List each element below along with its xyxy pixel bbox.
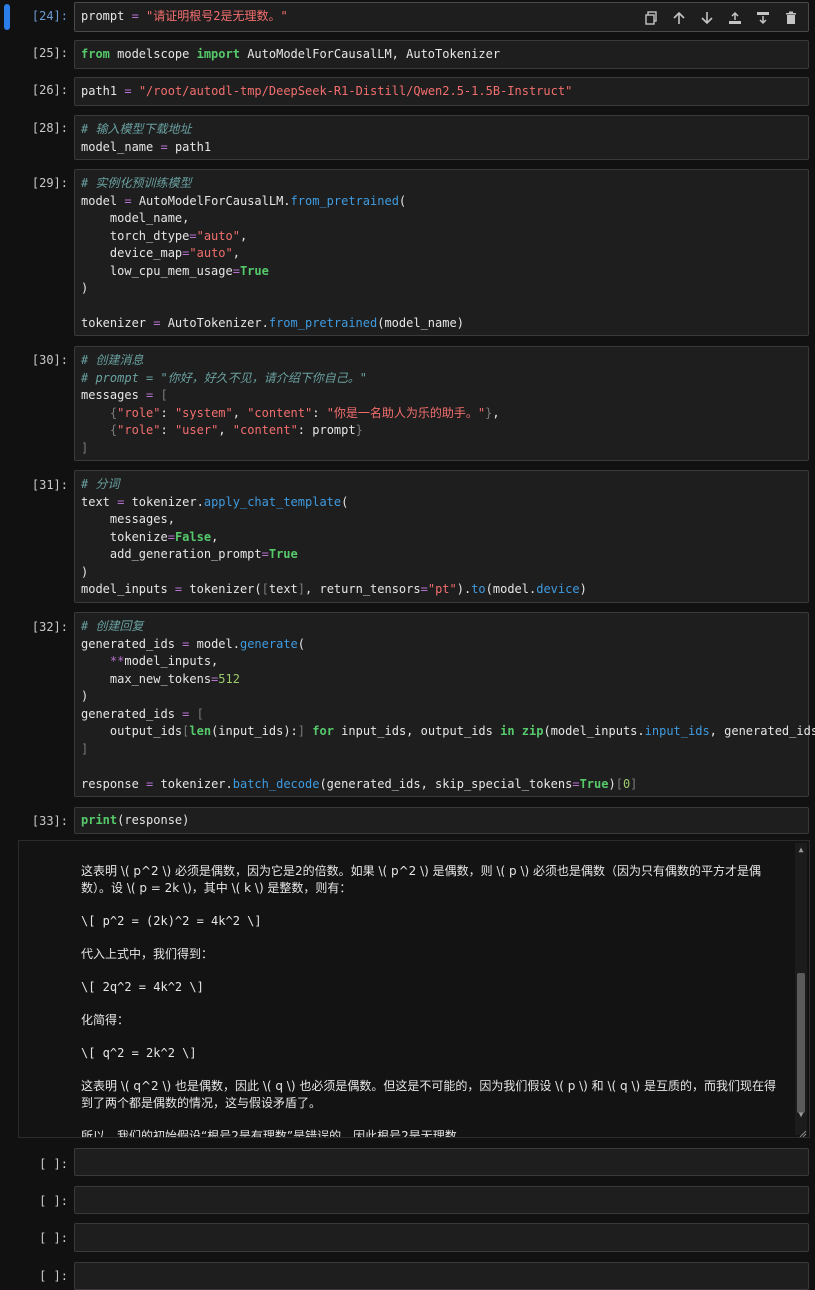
cell-prompt: [ ]: (39, 1157, 68, 1171)
code-editor[interactable] (74, 1262, 809, 1290)
arrow-down-icon[interactable] (696, 7, 718, 29)
resize-handle-icon[interactable] (799, 1127, 807, 1137)
code-editor[interactable]: print(response) (74, 807, 809, 834)
code-block: # 创建消息 # prompt = "你好，好久不见，请介绍下你自己。" mes… (81, 353, 500, 455)
scroll-up-arrow-icon[interactable]: ▲ (795, 845, 807, 854)
insert-below-icon[interactable] (752, 7, 774, 29)
code-editor[interactable] (74, 1186, 809, 1214)
code-editor[interactable] (74, 1223, 809, 1252)
output-paragraph: 这表明 \( q^2 \) 也是偶数，因此 \( q \) 也必须是偶数。但这是… (81, 1079, 776, 1110)
output-paragraph: \[ 2q^2 = 4k^2 \] (81, 980, 204, 994)
output-paragraph: \[ p^2 = (2k)^2 = 4k^2 \] (81, 914, 262, 928)
output-paragraph: 这表明 \( p^2 \) 必须是偶数，因为它是2的倍数。如果 \( p^2 \… (81, 864, 761, 895)
code-block: # 创建回复 generated_ids = model.generate( *… (81, 619, 815, 791)
code-editor[interactable]: # 创建回复 generated_ids = model.generate( *… (74, 612, 815, 797)
code-cell-29[interactable]: [29]: # 实例化预训练模型 model = AutoModelForCau… (0, 168, 815, 338)
cell-output[interactable]: 这表明 \( p^2 \) 必须是偶数，因为它是2的倍数。如果 \( p^2 \… (18, 840, 810, 1138)
cell-prompt: [24]: (31, 9, 68, 23)
code-editor[interactable]: from modelscope import AutoModelForCausa… (74, 40, 809, 69)
empty-code-cell[interactable]: [ ]: (0, 1184, 815, 1216)
output-scrollbar[interactable]: ▲ ▼ (795, 843, 807, 1135)
code-block: # 输入模型下载地址 model_name = path1 (81, 122, 212, 154)
code-editor[interactable]: # 输入模型下载地址 model_name = path1 (74, 115, 809, 160)
code-editor[interactable]: # 创建消息 # prompt = "你好，好久不见，请介绍下你自己。" mes… (74, 346, 809, 461)
scrollbar-thumb[interactable] (797, 973, 805, 1113)
cell-prompt: [25]: (31, 46, 68, 60)
code-cell-32[interactable]: [32]: # 创建回复 generated_ids = model.gener… (0, 611, 815, 799)
code-cell-25[interactable]: [25]: from modelscope import AutoModelFo… (0, 38, 815, 70)
insert-above-icon[interactable] (724, 7, 746, 29)
code-block: # 分词 text = tokenizer.apply_chat_templat… (81, 477, 587, 596)
code-editor[interactable] (74, 1148, 809, 1176)
empty-code-cell[interactable]: [ ]: (0, 1260, 815, 1290)
output-paragraph: 所以，我们的初始假设“根号2是有理数”是错误的，因此根号2是无理数。 (81, 1129, 469, 1138)
cell-prompt: [29]: (31, 176, 68, 190)
cell-prompt: [30]: (31, 353, 68, 367)
empty-code-cell[interactable]: [ ]: (0, 1222, 815, 1254)
trash-icon[interactable] (780, 7, 802, 29)
code-cell-33[interactable]: [33]: print(response) (0, 805, 815, 835)
output-paragraph: 代入上式中，我们得到： (81, 947, 214, 961)
code-line: path1 = "/root/autodl-tmp/DeepSeek-R1-Di… (81, 84, 573, 98)
cell-prompt: [28]: (31, 121, 68, 135)
code-editor[interactable]: prompt = "请证明根号2是无理数。" (74, 2, 809, 32)
code-block: # 实例化预训练模型 model = AutoModelForCausalLM.… (81, 176, 464, 330)
code-cell-28[interactable]: [28]: # 输入模型下载地址 model_name = path1 (0, 114, 815, 162)
code-editor[interactable]: path1 = "/root/autodl-tmp/DeepSeek-R1-Di… (74, 77, 809, 106)
code-line: print(response) (81, 813, 190, 827)
cell-prompt: [ ]: (39, 1269, 68, 1283)
code-cell-24[interactable]: [24]: prompt = "请证明根号2是无理数。" (0, 0, 815, 34)
empty-code-cell[interactable]: [ ]: (0, 1146, 815, 1178)
cell-prompt: [33]: (31, 814, 68, 828)
cell-prompt: [ ]: (39, 1231, 68, 1245)
scroll-down-arrow-icon[interactable]: ▼ (795, 1110, 807, 1119)
cell-toolbar (640, 7, 802, 29)
code-line: from modelscope import AutoModelForCausa… (81, 47, 501, 61)
output-paragraph: \[ q^2 = 2k^2 \] (81, 1046, 197, 1060)
code-cell-30[interactable]: [30]: # 创建消息 # prompt = "你好，好久不见，请介绍下你自己… (0, 344, 815, 462)
code-cell-31[interactable]: [31]: # 分词 text = tokenizer.apply_chat_t… (0, 469, 815, 605)
output-paragraph: 化简得： (81, 1013, 130, 1027)
cell-prompt: [32]: (31, 620, 68, 634)
code-editor[interactable]: # 实例化预训练模型 model = AutoModelForCausalLM.… (74, 169, 809, 336)
code-cell-26[interactable]: [26]: path1 = "/root/autodl-tmp/DeepSeek… (0, 75, 815, 107)
arrow-up-icon[interactable] (668, 7, 690, 29)
cell-prompt: [31]: (31, 478, 68, 492)
code-editor[interactable]: # 分词 text = tokenizer.apply_chat_templat… (74, 470, 809, 603)
output-text: 这表明 \( p^2 \) 必须是偶数，因为它是2的倍数。如果 \( p^2 \… (81, 863, 785, 1138)
copy-icon[interactable] (640, 7, 662, 29)
cell-prompt: [ ]: (39, 1194, 68, 1208)
cell-prompt: [26]: (31, 83, 68, 97)
